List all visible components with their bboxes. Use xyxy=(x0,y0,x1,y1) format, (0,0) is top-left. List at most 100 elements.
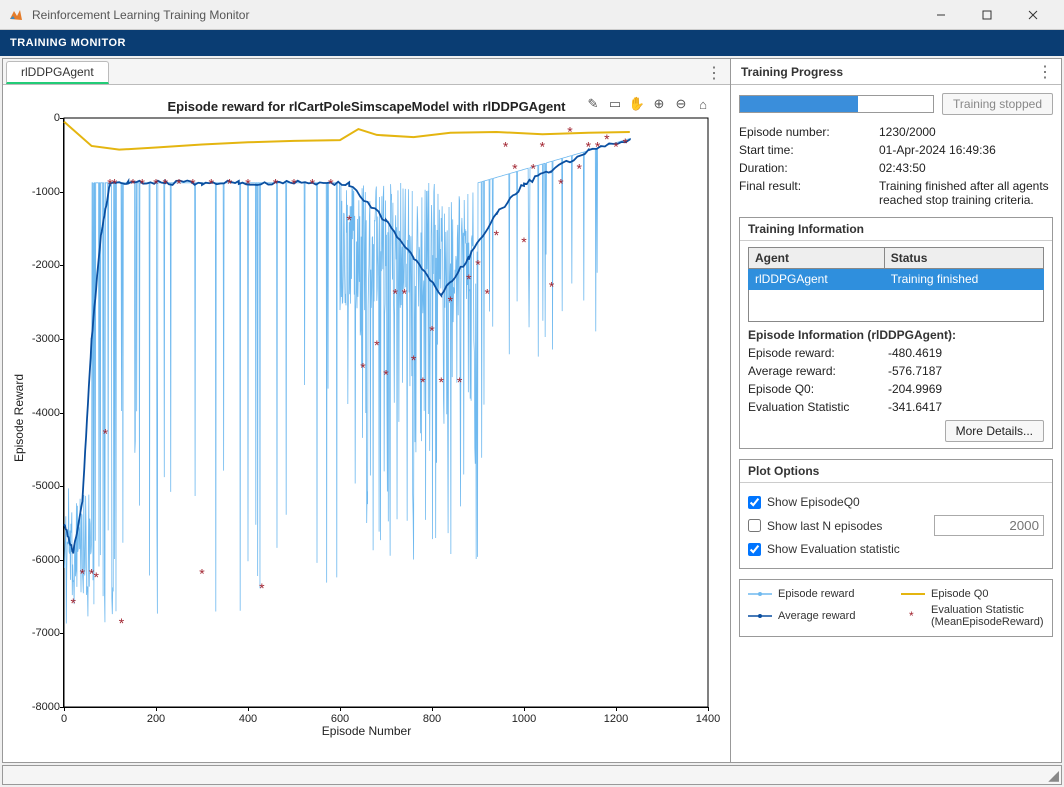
y-tick-label: -3000 xyxy=(16,333,60,345)
tab-agent[interactable]: rlDDPGAgent xyxy=(6,61,109,84)
x-tick-label: 800 xyxy=(423,713,441,725)
axes[interactable]: ****************************************… xyxy=(63,118,708,708)
svg-text:*: * xyxy=(208,175,214,191)
panel-menu-icon[interactable]: ⋮ xyxy=(1037,62,1053,82)
svg-text:*: * xyxy=(475,256,481,272)
svg-text:*: * xyxy=(119,615,125,631)
show-q0-checkbox[interactable] xyxy=(748,496,761,509)
svg-text:*: * xyxy=(457,374,463,390)
zoomout-icon[interactable]: ⊖ xyxy=(672,95,690,113)
toolstrip: TRAINING MONITOR xyxy=(0,30,1064,56)
svg-text:*: * xyxy=(93,569,99,585)
svg-text:*: * xyxy=(429,323,435,339)
minimize-button[interactable] xyxy=(918,0,964,30)
progress-row: Start time:01-Apr-2024 16:49:36 xyxy=(739,143,1053,157)
svg-text:*: * xyxy=(613,138,619,154)
plot-svg: ****************************************… xyxy=(64,118,708,707)
svg-text:*: * xyxy=(402,286,408,302)
pan-icon[interactable]: ✋ xyxy=(628,95,646,113)
training-info-title: Training Information xyxy=(740,218,1052,241)
show-last-n-label[interactable]: Show last N episodes xyxy=(767,519,882,533)
last-n-input[interactable] xyxy=(934,515,1044,536)
svg-text:*: * xyxy=(70,595,76,611)
svg-text:*: * xyxy=(80,565,86,581)
legend-average-reward: Average reward xyxy=(748,604,891,628)
x-axis-label: Episode Number xyxy=(322,724,411,738)
x-tick-label: 1200 xyxy=(604,713,628,725)
legend-eval-stat: * Evaluation Statistic (MeanEpisodeRewar… xyxy=(901,604,1044,628)
episode-info-row: Episode Q0:-204.9969 xyxy=(748,382,1044,396)
datatip-icon[interactable]: ▭ xyxy=(606,95,624,113)
svg-text:*: * xyxy=(438,374,444,390)
svg-text:*: * xyxy=(503,138,509,154)
maximize-button[interactable] xyxy=(964,0,1010,30)
zoomin-icon[interactable]: ⊕ xyxy=(650,95,668,113)
status-bar: ◢ xyxy=(2,765,1062,785)
window-title: Reinforcement Learning Training Monitor xyxy=(32,8,918,22)
svg-text:*: * xyxy=(411,352,417,368)
svg-text:*: * xyxy=(328,175,334,191)
show-eval-checkbox[interactable] xyxy=(748,543,761,556)
svg-text:*: * xyxy=(622,135,628,151)
svg-text:*: * xyxy=(909,610,914,622)
x-tick-label: 400 xyxy=(239,713,257,725)
training-information-group: Training Information Agent Status rlDDPG… xyxy=(739,217,1053,449)
col-status: Status xyxy=(884,248,1043,269)
x-tick-label: 0 xyxy=(61,713,67,725)
svg-text:*: * xyxy=(494,227,500,243)
progress-row: Episode number:1230/2000 xyxy=(739,125,1053,139)
svg-text:*: * xyxy=(103,426,109,442)
svg-text:*: * xyxy=(374,337,380,353)
col-agent: Agent xyxy=(749,248,885,269)
svg-text:*: * xyxy=(549,278,555,294)
svg-text:*: * xyxy=(521,234,527,250)
svg-text:*: * xyxy=(346,212,352,228)
svg-text:*: * xyxy=(199,565,205,581)
svg-text:*: * xyxy=(310,175,316,191)
title-bar: Reinforcement Learning Training Monitor xyxy=(0,0,1064,30)
svg-text:*: * xyxy=(392,286,398,302)
x-tick-label: 1400 xyxy=(696,713,720,725)
matlab-logo-icon xyxy=(8,7,24,23)
svg-text:*: * xyxy=(448,293,454,309)
training-progress-pane: Training Progress ⋮ Training stopped Epi… xyxy=(731,59,1061,762)
svg-text:*: * xyxy=(530,161,536,177)
svg-text:*: * xyxy=(383,367,389,383)
svg-text:*: * xyxy=(190,175,196,191)
svg-text:*: * xyxy=(112,175,118,191)
y-tick-label: -4000 xyxy=(16,407,60,419)
svg-text:*: * xyxy=(558,175,564,191)
content-area: rlDDPGAgent ⋮ ✎ ▭ ✋ ⊕ ⊖ ⌂ Episode reward… xyxy=(2,58,1062,763)
close-button[interactable] xyxy=(1010,0,1056,30)
plot-options-title: Plot Options xyxy=(740,460,1052,483)
svg-text:*: * xyxy=(484,286,490,302)
chart-toolbar: ✎ ▭ ✋ ⊕ ⊖ ⌂ xyxy=(584,95,712,113)
svg-text:*: * xyxy=(512,161,518,177)
svg-text:*: * xyxy=(259,580,265,596)
brush-icon[interactable]: ✎ xyxy=(584,95,602,113)
tab-menu-icon[interactable]: ⋮ xyxy=(706,63,722,83)
svg-text:*: * xyxy=(176,175,182,191)
svg-text:*: * xyxy=(130,175,136,191)
x-tick-label: 200 xyxy=(147,713,165,725)
svg-text:*: * xyxy=(466,271,472,287)
svg-text:*: * xyxy=(567,124,573,140)
episode-info-row: Average reward:-576.7187 xyxy=(748,364,1044,378)
progress-row: Duration:02:43:50 xyxy=(739,161,1053,175)
legend: Episode reward Episode Q0 Average reward… xyxy=(739,579,1053,637)
y-tick-label: -1000 xyxy=(16,186,60,198)
resize-grip-icon[interactable]: ◢ xyxy=(1048,767,1059,784)
show-q0-label[interactable]: Show EpisodeQ0 xyxy=(767,495,860,509)
table-row[interactable]: rlDDPGAgent Training finished xyxy=(749,269,1044,290)
toolstrip-label: TRAINING MONITOR xyxy=(10,37,126,49)
svg-text:*: * xyxy=(139,175,145,191)
more-details-button[interactable]: More Details... xyxy=(945,420,1044,442)
tab-bar: rlDDPGAgent ⋮ xyxy=(3,59,730,85)
home-icon[interactable]: ⌂ xyxy=(694,95,712,113)
show-eval-label[interactable]: Show Evaluation statistic xyxy=(767,542,900,556)
svg-text:*: * xyxy=(162,175,168,191)
plot-options-group: Plot Options Show EpisodeQ0 Show last N … xyxy=(739,459,1053,569)
show-last-n-checkbox[interactable] xyxy=(748,519,761,532)
training-progress-header: Training Progress ⋮ xyxy=(731,59,1061,85)
progress-bar xyxy=(739,95,934,113)
